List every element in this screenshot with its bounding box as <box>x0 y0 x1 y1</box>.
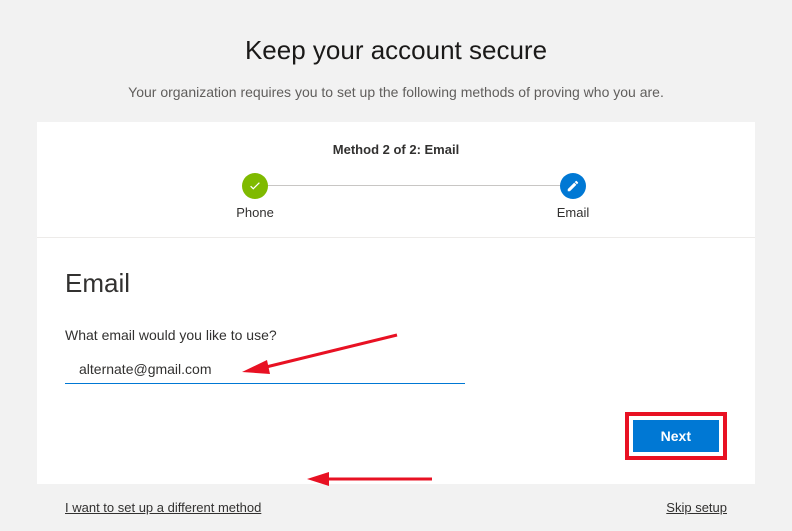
different-method-link[interactable]: I want to set up a different method <box>65 500 261 515</box>
next-button[interactable]: Next <box>633 420 719 452</box>
email-input[interactable] <box>65 355 465 384</box>
progress-steps: Phone Email <box>67 173 725 223</box>
skip-setup-link[interactable]: Skip setup <box>666 500 727 515</box>
method-count-label: Method 2 of 2: Email <box>67 142 725 157</box>
page-title: Keep your account secure <box>0 0 792 84</box>
progress-section: Method 2 of 2: Email Phone Email <box>37 122 755 238</box>
step-email-label: Email <box>533 205 613 220</box>
actions-row: Next <box>65 412 727 460</box>
pencil-icon <box>560 173 586 199</box>
setup-card: Method 2 of 2: Email Phone Email Email W… <box>37 122 755 531</box>
page-subtitle: Your organization requires you to set up… <box>0 84 792 122</box>
email-body: Email What email would you like to use? … <box>37 238 755 484</box>
step-email: Email <box>533 173 613 220</box>
checkmark-icon <box>242 173 268 199</box>
section-heading: Email <box>65 268 727 299</box>
email-prompt: What email would you like to use? <box>65 327 727 343</box>
next-highlight: Next <box>625 412 727 460</box>
step-phone-label: Phone <box>215 205 295 220</box>
progress-line <box>257 185 565 186</box>
step-phone: Phone <box>215 173 295 220</box>
